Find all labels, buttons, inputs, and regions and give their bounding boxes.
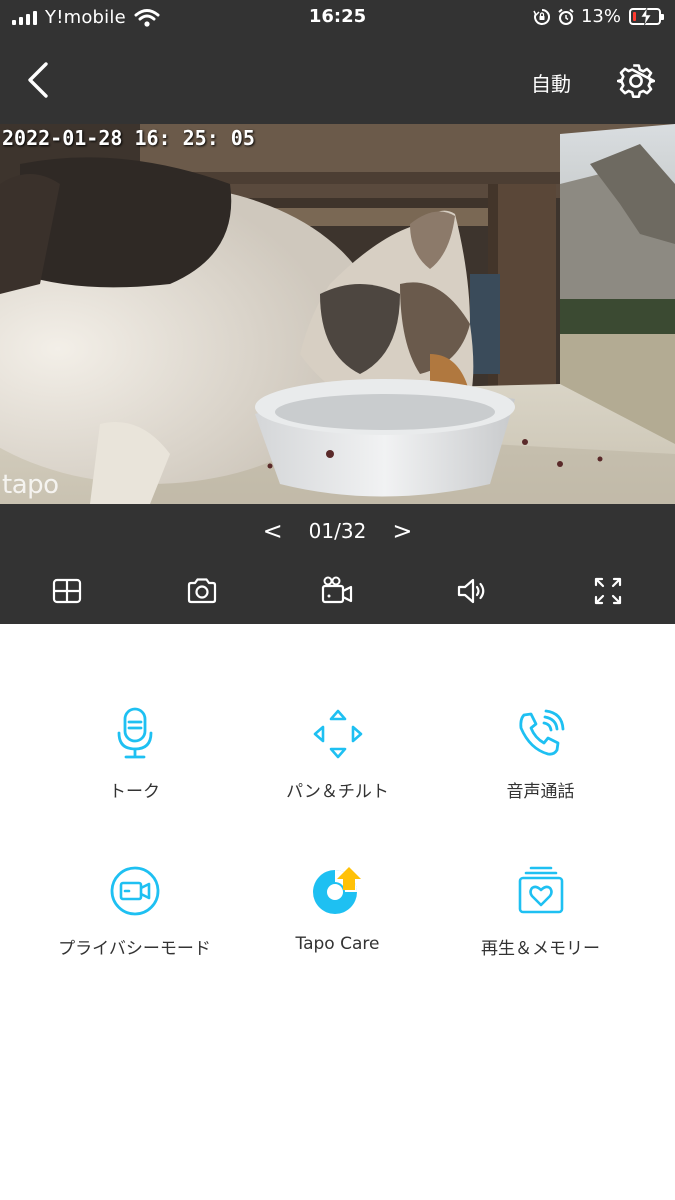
back-button[interactable] [22, 60, 58, 100]
battery-level-fill [633, 12, 636, 21]
voice-call-label: 音声通話 [506, 782, 575, 802]
tapo-care-icon [312, 867, 361, 914]
screenshot-button[interactable] [185, 574, 219, 608]
pan-tilt-button[interactable]: パン＆チルト [225, 705, 450, 802]
record-button[interactable] [320, 574, 354, 608]
status-bar: Y!mobile 16:25 13% [0, 0, 675, 36]
fullscreen-button[interactable] [591, 574, 625, 608]
playback-memory-button[interactable]: 再生＆メモリー [428, 862, 653, 959]
gear-icon [616, 64, 656, 98]
chevron-left-icon [28, 62, 48, 98]
privacy-mode-label: プライバシーモード [58, 939, 211, 959]
privacy-mode-icon [110, 866, 159, 916]
camera-view-header: Y!mobile 16:25 13% 自動 2022-01-28 16: 25:… [0, 0, 675, 624]
camera-icon [187, 578, 217, 604]
snapshot-pager: < 01/32 > [0, 504, 675, 558]
playback-memory-label: 再生＆メモリー [481, 939, 600, 959]
pan-tilt-label: パン＆チルト [286, 782, 389, 802]
grid-view-button[interactable] [50, 574, 84, 608]
microphone-icon [117, 707, 152, 759]
mode-auto-button[interactable]: 自動 [531, 68, 571, 97]
battery-percent: 13% [580, 6, 621, 27]
voice-call-button[interactable]: 音声通話 [428, 705, 653, 802]
sound-button[interactable] [455, 574, 489, 608]
nav-bar: 自動 [0, 36, 675, 124]
pager-next-button[interactable]: > [374, 517, 430, 545]
tapo-care-label: Tapo Care [295, 934, 380, 954]
battery-icon [629, 8, 664, 25]
fullscreen-icon [594, 577, 622, 605]
grid-icon [52, 578, 82, 604]
settings-button[interactable] [616, 62, 656, 100]
phone-call-icon [518, 709, 564, 756]
pager-prev-button[interactable]: < [245, 517, 301, 545]
camera-snapshot-image [0, 124, 675, 504]
speaker-icon [457, 578, 485, 604]
talk-label: トーク [109, 782, 160, 802]
tapo-watermark-logo: tapo [2, 470, 59, 500]
talk-button[interactable]: トーク [22, 705, 247, 802]
pan-tilt-icon [313, 709, 362, 759]
camera-video-feed[interactable]: 2022-01-28 16: 25: 05 tapo [0, 124, 675, 504]
playback-memory-icon [518, 866, 563, 914]
video-record-icon [321, 576, 353, 604]
orientation-lock-icon [533, 8, 550, 25]
privacy-mode-button[interactable]: プライバシーモード [22, 862, 247, 959]
video-toolbar [0, 558, 675, 624]
pager-count: 01/32 [308, 519, 367, 543]
charging-bolt-icon [640, 8, 652, 25]
alarm-icon [558, 8, 574, 25]
video-timestamp: 2022-01-28 16: 25: 05 [2, 126, 255, 150]
tapo-care-button[interactable]: Tapo Care [225, 862, 450, 954]
